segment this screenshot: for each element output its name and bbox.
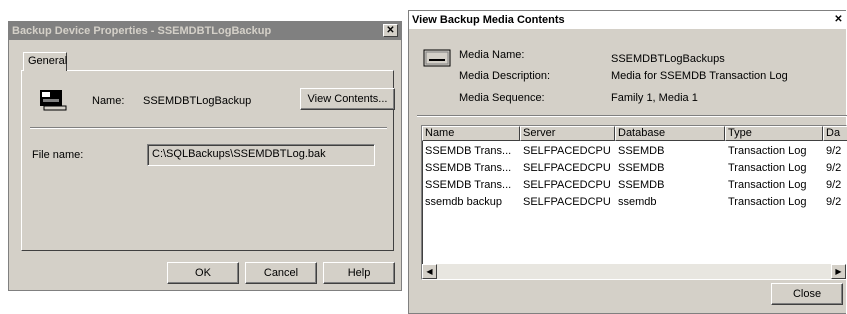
help-button-label: Help — [347, 267, 371, 279]
column-header-name[interactable]: Name — [422, 126, 520, 141]
cell-name: ssemdb backup — [425, 196, 503, 208]
ok-button[interactable]: OK — [167, 262, 239, 284]
cell-type: Transaction Log — [728, 179, 807, 191]
file-name-field[interactable]: C:\SQLBackups\SSEMDBTLog.bak — [147, 144, 375, 166]
name-label: Name: — [92, 95, 125, 107]
media-drive-icon — [423, 49, 451, 67]
close-button[interactable]: Close — [771, 283, 843, 305]
cancel-button[interactable]: Cancel — [245, 262, 317, 284]
arrow-left-icon: ◀ — [426, 267, 433, 276]
close-icon: ✕ — [834, 14, 843, 25]
column-header-label: Type — [728, 127, 752, 139]
cell-type: Transaction Log — [728, 162, 807, 174]
tab-general-label: General — [28, 55, 68, 67]
left-dialog-close-button[interactable]: ✕ — [383, 24, 398, 37]
cell-date: 9/2 — [826, 162, 842, 174]
view-contents-button[interactable]: View Contents... — [300, 88, 395, 110]
table-row[interactable]: SSEMDB Trans... SELFPACEDCPU SSEMDB Tran… — [422, 143, 847, 160]
name-value: SSEMDBTLogBackup — [143, 95, 252, 107]
cancel-button-label: Cancel — [263, 267, 299, 279]
cell-name: SSEMDB Trans... — [425, 145, 512, 157]
cell-date: 9/2 — [826, 145, 842, 157]
left-dialog-title: Backup Device Properties - SSEMDBTLogBac… — [12, 25, 272, 37]
media-description-value: Media for SSEMDB Transaction Log — [611, 70, 788, 82]
cell-database: ssemdb — [618, 196, 657, 208]
table-row[interactable]: ssemdb backup SELFPACEDCPU ssemdb Transa… — [422, 194, 847, 211]
column-header-label: Name — [425, 127, 455, 139]
cell-name: SSEMDB Trans... — [425, 179, 512, 191]
media-name-value: SSEMDBTLogBackups — [611, 53, 725, 65]
scroll-right-button[interactable]: ▶ — [831, 264, 846, 279]
cell-date: 9/2 — [826, 179, 842, 191]
view-contents-button-label: View Contents... — [307, 93, 388, 105]
media-description-label: Media Description: — [459, 70, 551, 82]
divider — [30, 127, 387, 129]
column-header-server[interactable]: Server — [520, 126, 615, 141]
horizontal-scrollbar[interactable]: ◀ ▶ — [422, 264, 846, 279]
column-header-date[interactable]: Da — [823, 126, 847, 141]
cell-server: SELFPACEDCPU — [523, 196, 611, 208]
right-dialog-titlebar[interactable]: View Backup Media Contents ✕ — [409, 11, 846, 29]
general-tab-panel: Name: SSEMDBTLogBackup View Contents... … — [21, 70, 395, 251]
file-name-label: File name: — [32, 149, 84, 161]
cell-type: Transaction Log — [728, 196, 807, 208]
column-header-label: Da — [826, 127, 841, 139]
list-body: SSEMDB Trans... SELFPACEDCPU SSEMDB Tran… — [422, 143, 847, 211]
cell-database: SSEMDB — [618, 145, 665, 157]
column-header-database[interactable]: Database — [615, 126, 725, 141]
backup-device-properties-dialog: Backup Device Properties - SSEMDBTLogBac… — [8, 21, 402, 291]
cell-server: SELFPACEDCPU — [523, 179, 611, 191]
table-row[interactable]: SSEMDB Trans... SELFPACEDCPU SSEMDB Tran… — [422, 177, 847, 194]
column-header-type[interactable]: Type — [725, 126, 823, 141]
tape-device-icon — [39, 89, 67, 111]
media-name-label: Media Name: — [459, 49, 525, 61]
column-header-label: Database — [618, 127, 666, 139]
right-dialog-title: View Backup Media Contents — [412, 14, 565, 26]
cell-server: SELFPACEDCPU — [523, 145, 611, 157]
cell-type: Transaction Log — [728, 145, 807, 157]
close-button-label: Close — [792, 288, 822, 300]
tab-general[interactable]: General — [23, 52, 67, 71]
scroll-left-button[interactable]: ◀ — [422, 264, 437, 279]
help-button[interactable]: Help — [323, 262, 395, 284]
media-sequence-value: Family 1, Media 1 — [611, 92, 698, 104]
cell-database: SSEMDB — [618, 162, 665, 174]
cell-date: 9/2 — [826, 196, 842, 208]
list-header: Name Server Database Type Da — [422, 126, 847, 141]
cell-server: SELFPACEDCPU — [523, 162, 611, 174]
table-row[interactable]: SSEMDB Trans... SELFPACEDCPU SSEMDB Tran… — [422, 160, 847, 177]
close-icon: ✕ — [386, 25, 395, 36]
divider — [417, 115, 847, 117]
cell-name: SSEMDB Trans... — [425, 162, 512, 174]
left-dialog-titlebar[interactable]: Backup Device Properties - SSEMDBTLogBac… — [9, 22, 401, 40]
backup-sets-list[interactable]: Name Server Database Type Da SSEMDB Tran… — [421, 125, 847, 280]
view-backup-media-contents-dialog: View Backup Media Contents ✕ Media Name:… — [408, 10, 847, 314]
column-header-label: Server — [523, 127, 556, 139]
arrow-right-icon: ▶ — [835, 267, 842, 276]
right-dialog-close-button[interactable]: ✕ — [831, 13, 846, 26]
media-sequence-label: Media Sequence: — [459, 92, 545, 104]
ok-button-label: OK — [195, 267, 211, 279]
file-name-value: C:\SQLBackups\SSEMDBTLog.bak — [152, 148, 326, 160]
cell-database: SSEMDB — [618, 179, 665, 191]
